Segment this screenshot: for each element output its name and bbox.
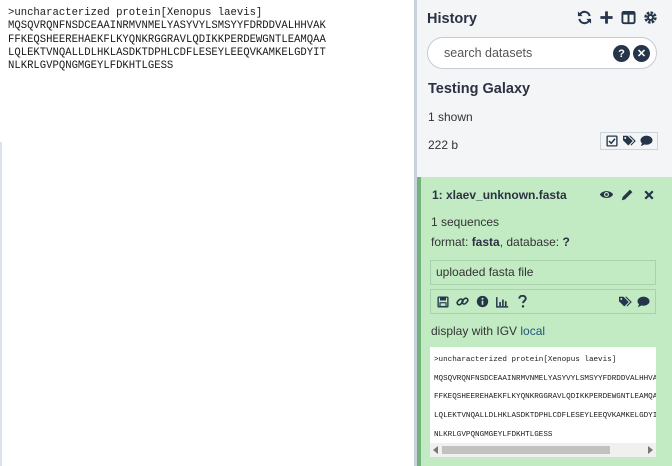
delete-icon[interactable] bbox=[641, 187, 656, 202]
shown-count: 1 shown bbox=[428, 110, 473, 124]
scroll-thumb[interactable] bbox=[442, 446, 610, 454]
gear-icon[interactable] bbox=[643, 10, 658, 25]
peek-line: MQSQVRQNFNSDCEAAINRMVNMELYASYVYLSMSYYFDR… bbox=[434, 374, 656, 383]
help-icon[interactable]: ? bbox=[613, 45, 630, 62]
peek-line: >uncharacterized protein[Xenopus laevis] bbox=[434, 356, 617, 364]
plus-icon[interactable] bbox=[599, 10, 614, 25]
dataset-comment-icon[interactable] bbox=[636, 294, 651, 309]
database-value[interactable]: ? bbox=[562, 235, 569, 249]
tags-icon[interactable] bbox=[621, 134, 636, 149]
dataset-tags-icon[interactable] bbox=[617, 294, 632, 309]
history-actions bbox=[600, 132, 658, 150]
history-toolbar bbox=[577, 10, 658, 25]
display-label: display with IGV bbox=[431, 324, 518, 338]
comment-icon[interactable] bbox=[639, 134, 654, 149]
pencil-icon[interactable] bbox=[620, 187, 635, 202]
search-input[interactable] bbox=[442, 45, 606, 61]
peek-horizontal-scrollbar[interactable] bbox=[430, 443, 656, 457]
clear-search-icon[interactable]: ✕ bbox=[633, 45, 650, 62]
database-label: , database: bbox=[499, 235, 560, 249]
fasta-content: >uncharacterized protein[Xenopus laevis]… bbox=[8, 7, 326, 73]
dataset-primary-actions bbox=[599, 187, 656, 202]
format-value: fasta bbox=[471, 235, 500, 249]
dataset-format: format: fasta, database: ? bbox=[431, 235, 570, 249]
eye-icon[interactable] bbox=[599, 187, 614, 202]
refresh-icon[interactable] bbox=[577, 10, 592, 25]
history-name[interactable]: Testing Galaxy bbox=[428, 81, 530, 97]
dataset-actions-bar bbox=[430, 289, 656, 314]
link-icon[interactable] bbox=[455, 294, 470, 309]
history-panel-title: History bbox=[427, 11, 477, 27]
select-items-icon[interactable] bbox=[604, 134, 619, 149]
dataset-peek: >uncharacterized protein[Xenopus laevis]… bbox=[430, 347, 656, 457]
columns-icon[interactable] bbox=[621, 10, 636, 25]
peek-line: FFKEQSHEEREHAEKFLKYQNKRGGRAVLQDIKKPERDEW… bbox=[434, 393, 656, 402]
dataset-sequences: 1 sequences bbox=[431, 215, 500, 229]
center-panel: >uncharacterized protein[Xenopus laevis]… bbox=[0, 0, 414, 466]
dataset-info: uploaded fasta file bbox=[430, 260, 656, 285]
info-icon[interactable] bbox=[475, 294, 490, 309]
peek-line: NLKRLGVPQNGMGEYLFDKHTLGESS bbox=[434, 430, 553, 439]
fasta-line: NLKRLGVPQNGMGEYLFDKHTLGESS bbox=[8, 60, 174, 73]
scroll-left-icon[interactable] bbox=[433, 446, 438, 454]
format-label: format: bbox=[431, 235, 469, 249]
history-size: 222 b bbox=[428, 138, 459, 152]
fasta-line: MQSQVRQNFNSDCEAAINRMVNMELYASYVYLSMSYYFDR… bbox=[8, 20, 326, 33]
save-icon[interactable] bbox=[435, 294, 450, 309]
fasta-line: >uncharacterized protein[Xenopus laevis] bbox=[8, 7, 263, 19]
scroll-right-icon[interactable] bbox=[648, 446, 653, 454]
dataset-state-bar bbox=[417, 177, 421, 466]
chart-icon[interactable] bbox=[495, 294, 510, 309]
left-panel-edge bbox=[0, 142, 2, 466]
fasta-line: FFKEQSHEEREHAEKFLKYQNKRGGRAVLQDIKKPERDEW… bbox=[8, 33, 326, 46]
fasta-line: LQLEKTVNQALLDLHKLASDKTDPHLCDFLESEYLEEQVK… bbox=[8, 46, 326, 59]
display-with: display with IGV local bbox=[431, 324, 545, 338]
peek-content: >uncharacterized protein[Xenopus laevis]… bbox=[434, 351, 656, 445]
dataset-item: 1: xlaev_unknown.fasta 1 sequences forma… bbox=[417, 177, 672, 466]
dataset-title[interactable]: 1: xlaev_unknown.fasta bbox=[432, 188, 567, 202]
peek-line: LQLEKTVNQALLDLHKLASDKTDPHLCDFLESEYLEEQVK… bbox=[434, 412, 656, 421]
igv-local-link[interactable]: local bbox=[520, 324, 545, 338]
search-datasets-field: ? ✕ bbox=[427, 37, 657, 69]
question-icon[interactable] bbox=[515, 294, 530, 309]
